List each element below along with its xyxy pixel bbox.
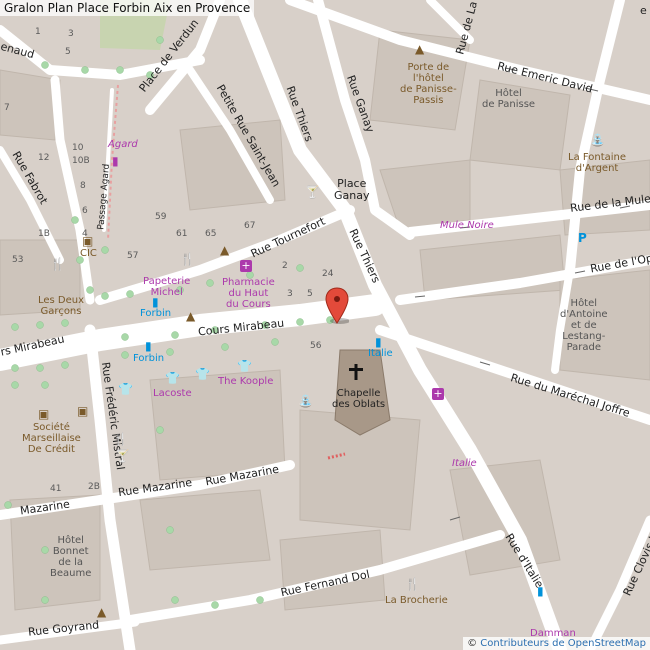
place-ganay-text: Place Ganay [334, 177, 370, 203]
poi-porte-hotel-label: Porte de l'hôtel de Panisse- Passis [400, 62, 457, 106]
bus-stop-icon[interactable]: ▮ [537, 585, 544, 597]
street-label-place-ganay: Place Ganay [334, 177, 370, 203]
poi-fontaine-argent[interactable]: La Fontaine d'Argent [568, 152, 626, 174]
house-number: 2 [282, 261, 288, 271]
poi-hotel-antoine-label: Hôtel d'Antoine et de Lestang- Parade [560, 298, 608, 353]
poi-the-koople[interactable]: The Koople [218, 376, 273, 387]
house-number: 1 [35, 27, 41, 37]
poi-bus-italie[interactable]: Italie [368, 348, 393, 359]
pharmacy-icon[interactable]: + [432, 388, 444, 400]
house-number: 53 [12, 255, 24, 265]
monument-icon[interactable]: ▲ [220, 244, 229, 256]
poi-cic[interactable]: CIC [80, 248, 97, 259]
restaurant-icon[interactable]: 🍴 [405, 578, 420, 590]
bus-stop-icon[interactable]: P [578, 232, 587, 244]
street-label-e: e [640, 4, 647, 17]
poi-societe-marseillaise-label: Société Marseillaise De Crédit [22, 422, 81, 455]
house-number: 12 [38, 153, 50, 163]
poi-hotel-antoine: Hôtel d'Antoine et de Lestang- Parade [560, 298, 608, 353]
clothes-shop-icon[interactable]: 👕 [118, 383, 133, 395]
pharmacy-icon[interactable]: + [240, 260, 252, 272]
monument-icon[interactable]: ▲ [97, 606, 106, 618]
poi-la-brocherie[interactable]: La Brocherie [385, 595, 448, 606]
bank-icon[interactable]: ▣ [38, 408, 49, 420]
poi-italie-italic: Italie [452, 458, 477, 469]
clothes-shop-icon[interactable]: 👕 [165, 372, 180, 384]
house-number: 7 [4, 103, 10, 113]
map-canvas[interactable]: Gralon Plan Place Forbin Aix en Provence… [0, 0, 650, 650]
poi-pharmacie[interactable]: Pharmacie du Haut du Cours [222, 277, 275, 310]
bank-icon[interactable]: ▣ [77, 405, 88, 417]
monument-icon[interactable]: ▲ [186, 310, 195, 322]
house-number: 24 [322, 269, 334, 279]
poi-chapelle-label: Chapelle des Oblats [332, 388, 386, 410]
house-number: 41 [50, 484, 62, 494]
poi-lacoste[interactable]: Lacoste [153, 388, 192, 399]
poi-porte-hotel[interactable]: Porte de l'hôtel de Panisse- Passis [400, 62, 457, 106]
house-number: 10 [72, 143, 84, 153]
clothes-shop-icon[interactable]: 👕 [237, 360, 252, 372]
church-icon [349, 364, 363, 380]
clothes-shop-icon[interactable]: 👕 [195, 368, 210, 380]
house-number: 59 [155, 212, 167, 222]
house-number: 1B [38, 229, 50, 239]
map-pin-icon[interactable] [325, 287, 349, 325]
bar-icon[interactable]: 🍸 [115, 450, 130, 462]
poi-hotel-panisse: Hôtel de Panisse [482, 88, 535, 110]
house-number: 56 [310, 341, 322, 351]
house-number: 3 [68, 29, 74, 39]
bank-icon[interactable]: ▣ [82, 235, 93, 247]
poi-papeterie-label: Papeterie Michel [143, 276, 191, 298]
map-title: Gralon Plan Place Forbin Aix en Provence [0, 0, 255, 16]
map-base-layer [0, 0, 650, 650]
poi-agard[interactable]: Agard [108, 139, 138, 150]
house-number: 5 [65, 47, 71, 57]
house-number: 61 [176, 229, 188, 239]
poi-deux-garcons[interactable]: Les Deux Garçons [38, 295, 84, 317]
house-number: 10B [72, 156, 90, 166]
house-number: 2B [88, 482, 100, 492]
poi-pharmacie-label: Pharmacie du Haut du Cours [222, 277, 275, 310]
house-number: 5 [307, 289, 313, 299]
poi-hotel-bonnet: Hôtel Bonnet de la Beaume [50, 535, 91, 579]
bar-icon[interactable]: 🍸 [305, 186, 320, 198]
poi-chapelle[interactable]: Chapelle des Oblats [332, 388, 385, 410]
copyright-symbol: © [467, 638, 478, 649]
poi-fontaine-argent-label: La Fontaine d'Argent [568, 152, 627, 174]
poi-bus-forbin-2[interactable]: Forbin [133, 353, 164, 364]
poi-societe-marseillaise[interactable]: Société Marseillaise De Crédit [22, 422, 81, 455]
restaurant-icon[interactable]: 🍴 [180, 253, 195, 265]
bus-stop-icon[interactable]: ▮ [152, 296, 159, 308]
poi-bus-forbin-1[interactable]: Forbin [140, 308, 171, 319]
map-attribution: © Contributeurs de OpenStreetMap [463, 637, 650, 650]
bus-stop-icon[interactable]: ▮ [145, 340, 152, 352]
house-number: 57 [127, 251, 139, 261]
poi-hotel-panisse-label: Hôtel de Panisse [482, 88, 536, 110]
monument-icon[interactable]: ▲ [415, 43, 424, 55]
house-number: 8 [80, 181, 86, 191]
restaurant-icon[interactable]: 🍴 [50, 258, 65, 270]
house-number: 65 [205, 229, 217, 239]
house-number: 67 [244, 221, 256, 231]
fountain-icon[interactable]: ⛲ [590, 134, 605, 146]
restaurant-icon[interactable]: 🍴 [113, 433, 128, 445]
fountain-icon[interactable]: ⛲ [298, 395, 313, 407]
house-number: 6 [82, 206, 88, 216]
bus-stop-icon[interactable]: ▮ [112, 155, 119, 167]
poi-mule-noire[interactable]: Mule Noire [440, 220, 494, 231]
house-number: 3 [287, 289, 293, 299]
bus-stop-icon[interactable]: ▮ [375, 336, 382, 348]
poi-papeterie[interactable]: Papeterie Michel [143, 276, 190, 298]
osm-contributors-link[interactable]: Contributeurs de OpenStreetMap [480, 638, 646, 649]
poi-deux-garcons-label: Les Deux Garçons [38, 295, 85, 317]
poi-hotel-bonnet-label: Hôtel Bonnet de la Beaume [50, 535, 92, 579]
